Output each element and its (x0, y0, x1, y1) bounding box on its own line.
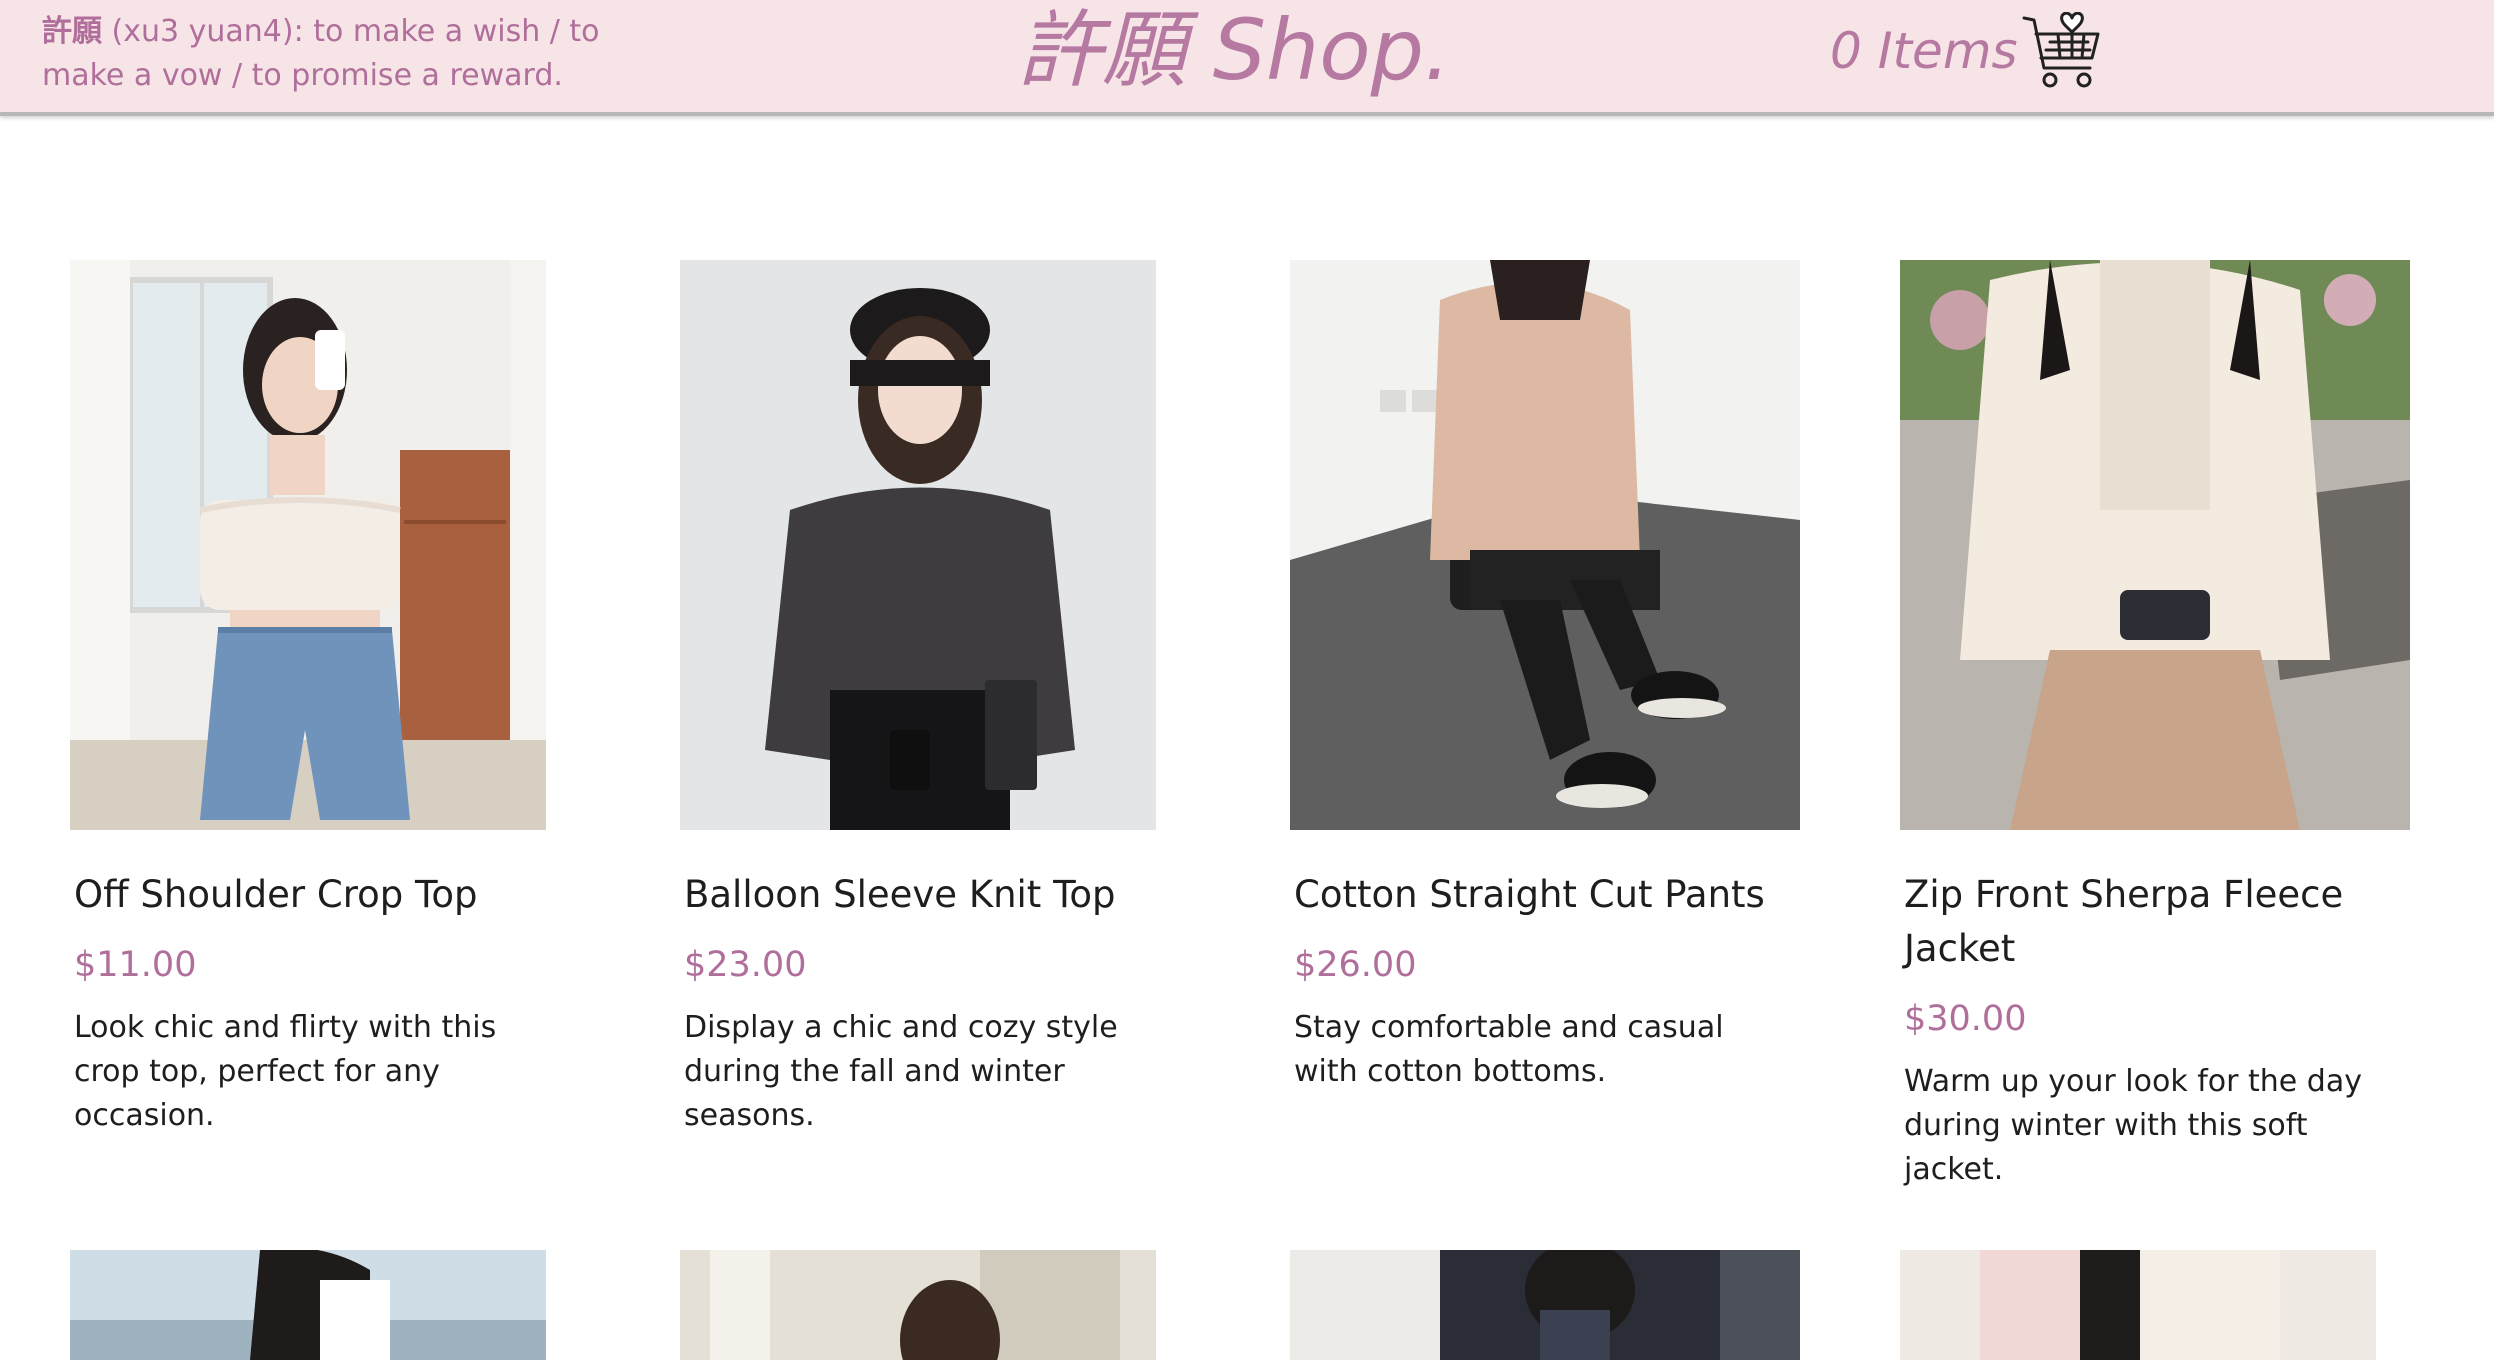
product-description: Display a chic and cozy style during the… (684, 1010, 1118, 1133)
product-price: $30.00 (1904, 999, 2027, 1039)
definition-term: 許願 (42, 14, 102, 49)
product-description: Look chic and flirty with this crop top,… (74, 1010, 497, 1133)
brand-definition: 許願 (xu3 yuan4): to make a wish / to make… (42, 10, 602, 98)
product-price: $23.00 (684, 945, 807, 985)
product-description: Stay comfortable and casual with cotton … (1294, 1010, 1724, 1089)
product-title[interactable]: Zip Front Sherpa Fleece Jacket (1904, 868, 2384, 976)
product-description: Warm up your look for the day during win… (1904, 1064, 2362, 1187)
shop-logo[interactable]: 許願 Shop. (1018, 0, 1451, 100)
cart-item-count[interactable]: 0 Items (1830, 18, 2018, 84)
product-title[interactable]: Off Shoulder Crop Top (74, 868, 554, 922)
product-grid: Off Shoulder Crop Top $11.00 Look chic a… (0, 116, 2494, 1360)
product-title[interactable]: Balloon Sleeve Knit Top (684, 868, 1164, 922)
product-price: $11.00 (74, 945, 197, 985)
product-image[interactable] (70, 1250, 546, 1360)
product-image[interactable] (1900, 1250, 2376, 1360)
product-image[interactable] (70, 260, 546, 830)
product-price: $26.00 (1294, 945, 1417, 985)
product-title[interactable]: Cotton Straight Cut Pants (1294, 868, 1774, 922)
product-image[interactable] (1290, 260, 1800, 830)
product-image[interactable] (1290, 1250, 1800, 1360)
shopping-cart-heart-icon[interactable] (2020, 11, 2104, 92)
site-header: 許願 (xu3 yuan4): to make a wish / to make… (0, 0, 2494, 116)
product-image[interactable] (1900, 260, 2410, 830)
product-image[interactable] (680, 1250, 1156, 1360)
definition-text: (xu3 yuan4): to make a wish / to make a … (42, 14, 600, 93)
product-image[interactable] (680, 260, 1156, 830)
